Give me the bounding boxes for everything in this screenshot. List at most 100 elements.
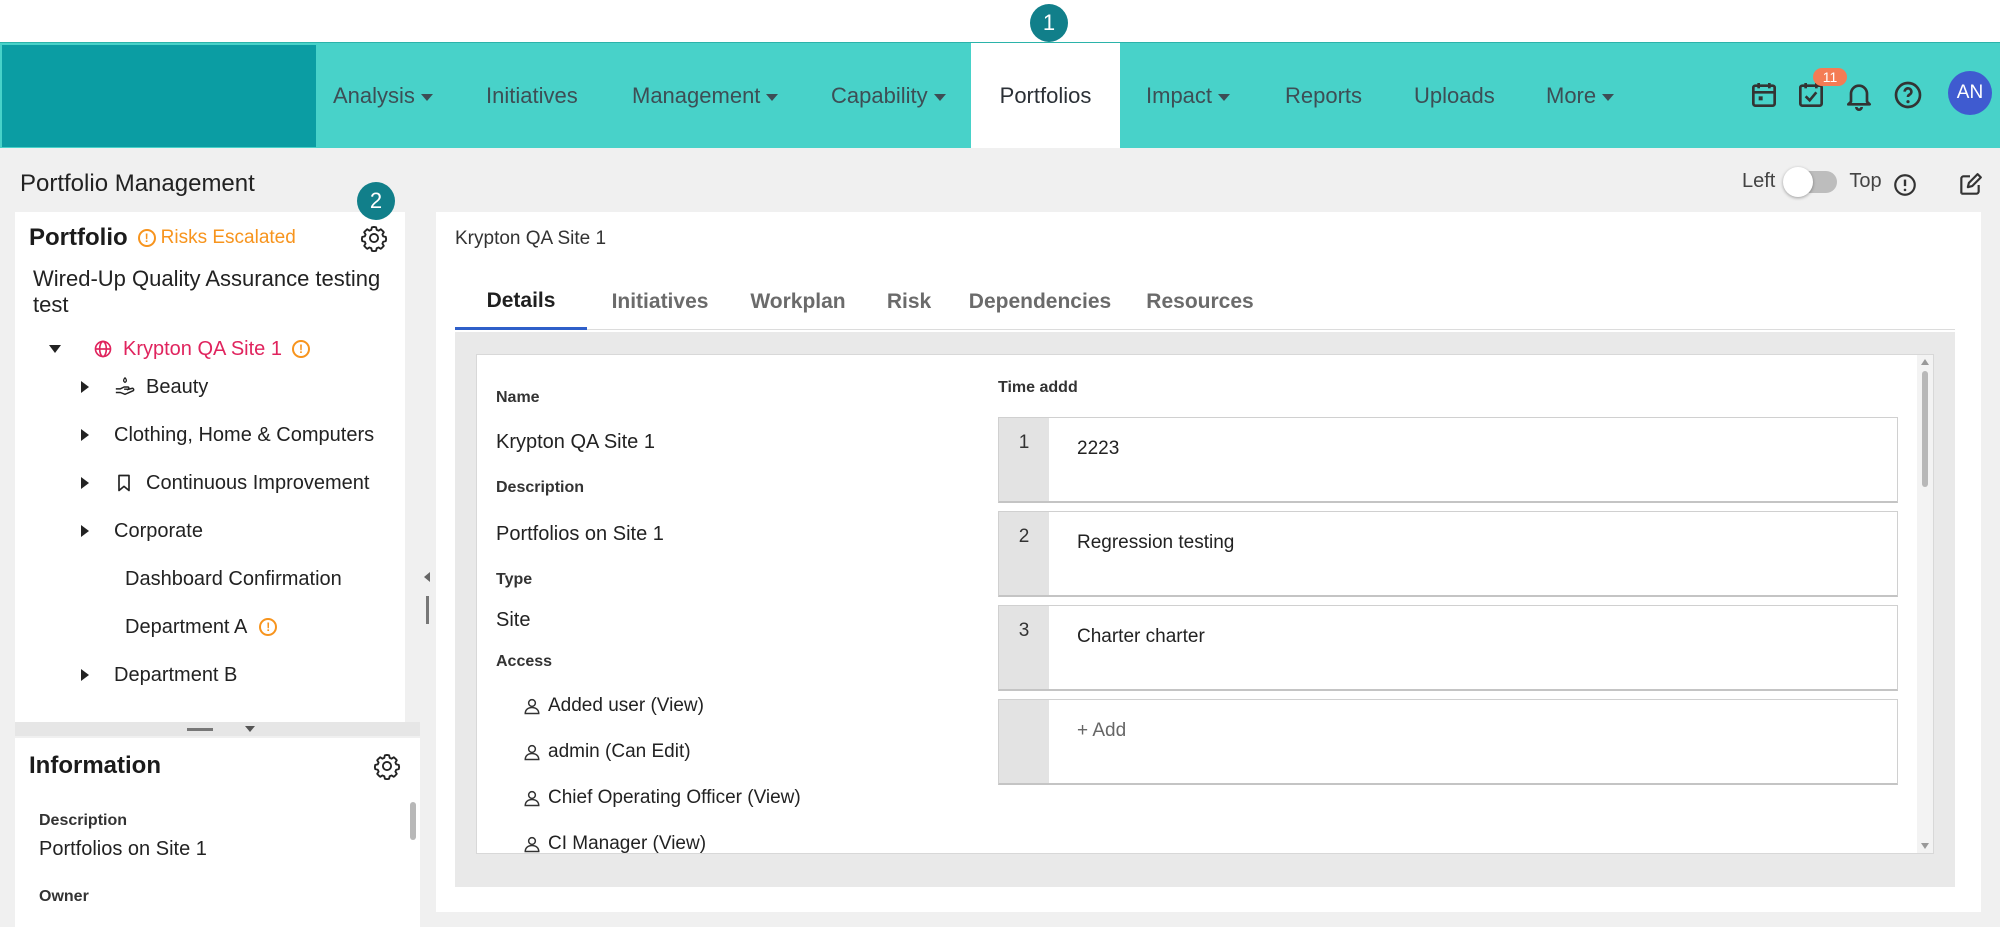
- time-list-item[interactable]: 1 2223: [998, 417, 1898, 503]
- time-item-number: 1: [999, 418, 1049, 501]
- time-add-row[interactable]: + Add: [998, 699, 1898, 785]
- tree-node-root[interactable]: Krypton QA Site 1 !: [49, 334, 315, 364]
- tree-node[interactable]: Department B: [81, 660, 237, 690]
- nav-portfolios[interactable]: Portfolios: [971, 43, 1120, 149]
- time-item-text: Charter charter: [1077, 626, 1205, 647]
- layout-toggle-switch[interactable]: [1783, 166, 1838, 197]
- chevron-down-icon: [1218, 93, 1231, 101]
- breadcrumb: Krypton QA Site 1: [455, 228, 607, 249]
- user-icon: [524, 836, 540, 853]
- panel-splitter[interactable]: [15, 722, 420, 736]
- portfolio-tree-panel: Portfolio ! Risks Escalated Wired-Up Qua…: [15, 212, 405, 722]
- nav-management[interactable]: Management: [632, 43, 779, 149]
- nav-initiatives[interactable]: Initiatives: [486, 43, 578, 149]
- type-value: Site: [496, 609, 531, 631]
- nav-uploads[interactable]: Uploads: [1414, 43, 1495, 149]
- user-avatar[interactable]: AN: [1948, 71, 1992, 115]
- chevron-down-icon: [1602, 93, 1615, 101]
- tab-initiatives[interactable]: Initiatives: [587, 274, 733, 330]
- detail-tabs: Details Initiatives Workplan Risk Depend…: [455, 274, 1955, 330]
- step-marker-1: 1: [1030, 4, 1068, 42]
- tab-details[interactable]: Details: [455, 274, 587, 330]
- help-icon[interactable]: [1892, 79, 1924, 111]
- portfolio-settings-gear-icon[interactable]: [360, 224, 388, 252]
- type-label: Type: [496, 571, 533, 588]
- task-count-badge: 11: [1813, 68, 1847, 86]
- user-icon: [524, 790, 540, 807]
- calendar-icon[interactable]: [1748, 79, 1780, 111]
- description-label: Description: [496, 479, 585, 496]
- expand-arrow-icon[interactable]: [81, 429, 89, 441]
- details-content-area: Name Krypton QA Site 1 Description Portf…: [455, 332, 1955, 887]
- time-item-number: [999, 700, 1049, 783]
- nav-impact[interactable]: Impact: [1146, 43, 1231, 149]
- information-title: Information: [29, 752, 161, 779]
- info-owner-label: Owner: [39, 888, 89, 905]
- vertical-resize-handle[interactable]: [424, 298, 432, 918]
- time-item-number: 3: [999, 606, 1049, 689]
- details-card: Name Krypton QA Site 1 Description Portf…: [476, 354, 1934, 854]
- chevron-down-icon: [766, 93, 779, 101]
- info-description-label: Description: [39, 812, 128, 829]
- tree-node[interactable]: Dashboard Confirmation: [125, 564, 342, 594]
- user-icon: [524, 744, 540, 761]
- logo[interactable]: [2, 45, 316, 147]
- globe-icon: [94, 340, 112, 358]
- description-value: Portfolios on Site 1: [496, 523, 664, 545]
- nav-capability[interactable]: Capability: [831, 43, 946, 149]
- time-item-text: Regression testing: [1077, 532, 1235, 553]
- expand-arrow-icon[interactable]: [81, 669, 89, 681]
- expand-arrow-icon[interactable]: [81, 477, 89, 489]
- step-marker-2: 2: [357, 182, 395, 220]
- warning-icon: !: [259, 618, 278, 636]
- nav-more[interactable]: More: [1546, 43, 1615, 149]
- tree-node[interactable]: Department A !: [125, 612, 282, 642]
- information-panel: Information Description Portfolios on Si…: [15, 738, 420, 927]
- time-item-number: 2: [999, 512, 1049, 595]
- access-label: Access: [496, 653, 553, 670]
- portfolio-title: Portfolio: [29, 224, 128, 251]
- info-icon[interactable]: [1892, 172, 1918, 198]
- user-icon: [524, 698, 540, 715]
- info-description-value: Portfolios on Site 1: [39, 838, 207, 860]
- tab-workplan[interactable]: Workplan: [733, 274, 863, 330]
- bookmark-icon: [118, 474, 130, 492]
- tree-node[interactable]: Clothing, Home & Computers: [81, 420, 374, 450]
- hand-icon: [115, 376, 135, 396]
- tab-risk[interactable]: Risk: [863, 274, 955, 330]
- edit-icon[interactable]: [1957, 172, 1983, 198]
- tab-resources[interactable]: Resources: [1125, 274, 1275, 330]
- warning-icon: !: [291, 340, 310, 358]
- page-title: Portfolio Management: [20, 170, 255, 197]
- collapse-arrow-icon[interactable]: [49, 345, 61, 353]
- tab-dependencies[interactable]: Dependencies: [955, 274, 1125, 330]
- risks-escalated-badge[interactable]: ! Risks Escalated: [137, 227, 296, 249]
- tree-node[interactable]: Corporate: [81, 516, 203, 546]
- access-user-row: Added user (View): [523, 695, 704, 717]
- access-user-row: CI Manager (View): [523, 833, 706, 853]
- add-time-button[interactable]: + Add: [1077, 720, 1126, 742]
- nav-reports[interactable]: Reports: [1285, 43, 1362, 149]
- information-settings-gear-icon[interactable]: [373, 752, 401, 780]
- nav-analysis[interactable]: Analysis: [333, 43, 433, 149]
- tree-node[interactable]: Beauty: [81, 372, 208, 402]
- toggle-left-label: Left: [1742, 170, 1776, 192]
- details-scrollbar[interactable]: [1917, 355, 1933, 853]
- info-scrollbar[interactable]: [407, 784, 419, 924]
- toggle-right-label: Top: [1849, 170, 1882, 192]
- time-list-item[interactable]: 2 Regression testing: [998, 511, 1898, 597]
- name-label: Name: [496, 389, 540, 406]
- top-navigation: Analysis Initiatives Management Capabili…: [0, 42, 2000, 149]
- page-body: Portfolio Management Left Top Portfolio …: [0, 148, 2000, 927]
- expand-arrow-icon[interactable]: [81, 381, 89, 393]
- bell-icon[interactable]: [1843, 79, 1875, 111]
- chevron-down-icon: [420, 93, 433, 101]
- tree-node[interactable]: Continuous Improvement: [81, 468, 369, 498]
- time-list-item[interactable]: 3 Charter charter: [998, 605, 1898, 691]
- portfolio-detail-panel: Krypton QA Site 1 Details Initiatives Wo…: [436, 212, 1981, 912]
- time-item-text: 2223: [1077, 438, 1120, 459]
- chevron-down-icon: [933, 93, 946, 101]
- portfolio-name: Wired-Up Quality Assurance testing test: [33, 266, 381, 317]
- warning-icon: !: [137, 229, 156, 247]
- expand-arrow-icon[interactable]: [81, 525, 89, 537]
